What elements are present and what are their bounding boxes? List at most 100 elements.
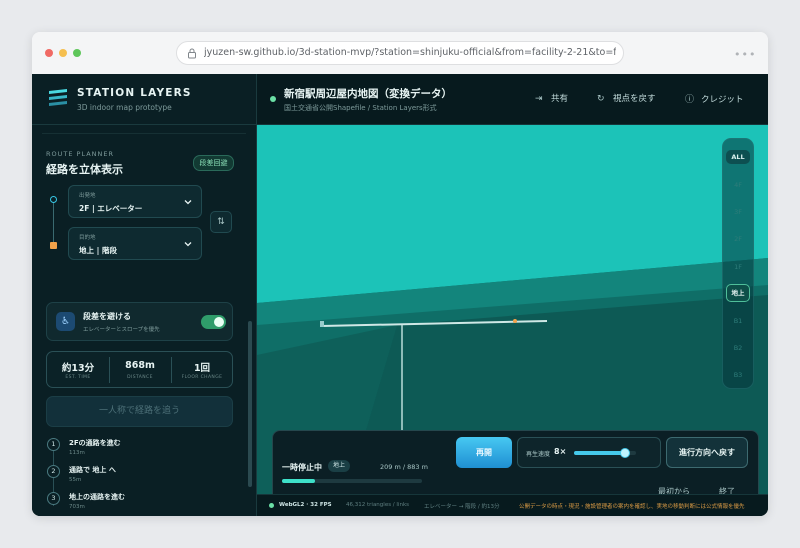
resume-button[interactable]: 再開 (456, 437, 512, 468)
progress-fill (282, 479, 316, 483)
route-stats: 約13分 EST. TIME 868m DISTANCE 1回 FLOOR CH… (46, 351, 233, 388)
close-dot[interactable] (45, 49, 53, 57)
chevron-down-icon (184, 242, 192, 247)
floor-button[interactable]: B3 (726, 368, 750, 382)
avoid-steps-title: 段差を避ける (83, 312, 131, 321)
status-bar: WebGL2 · 32 FPS 46,312 triangles / links… (257, 494, 768, 516)
browser-chrome: jyuzen-sw.github.io/3d-station-mvp/?stat… (32, 32, 768, 75)
map-title: 新宿駅周辺屋内地図（変換データ） (284, 88, 452, 100)
current-position (513, 319, 517, 323)
stat-time-label: EST. TIME (65, 375, 91, 380)
minimize-dot[interactable] (59, 49, 67, 57)
browser-menu-icon[interactable]: ••• (734, 48, 756, 61)
destination-label: 目的地 (79, 235, 96, 241)
chevron-down-icon (184, 200, 192, 205)
map-subtitle: 国土交通省公開Shapefile / Station Layers形式 (284, 104, 437, 112)
share-icon: ⇥ (535, 94, 543, 104)
share-label: 共有 (551, 94, 569, 104)
route-planner-title: 経路を立体表示 (46, 163, 123, 176)
stat-time-value: 約13分 (61, 363, 95, 374)
destination-value: 地上 | 階段 (79, 246, 117, 255)
app: STATION LAYERS 3D indoor map prototype R… (32, 74, 768, 516)
stat-floor-change-value: 1回 (193, 363, 211, 374)
step-number: 3 (47, 492, 60, 505)
route-rail (53, 201, 54, 247)
speed-slider[interactable] (574, 448, 636, 458)
maximize-dot[interactable] (73, 49, 81, 57)
fps-readout: WebGL2 · 32 FPS (279, 502, 332, 508)
step-title: 通路で 地上 へ (69, 466, 116, 474)
step-title: 2Fの通路を進む (69, 439, 121, 447)
floor-button-active[interactable]: 地上 (726, 284, 750, 302)
step-title: 地上の通路を進む (69, 493, 125, 501)
speed-control: 再生速度 8× (517, 437, 661, 468)
avoid-steps-card: ♿ 段差を避ける エレベーターとスロープを優先 (46, 302, 233, 341)
brand-stack-icon (49, 89, 67, 106)
status-indicator (269, 503, 274, 508)
reset-view-label: 視点を戻す (613, 94, 656, 104)
credit-button[interactable]: ⓘ クレジット (685, 92, 744, 105)
origin-marker (50, 196, 57, 203)
live-indicator (270, 96, 276, 102)
lock-icon (188, 48, 196, 59)
swap-button[interactable]: ⇅ (210, 211, 232, 233)
brand-title: STATION LAYERS (77, 87, 192, 99)
geometry-readout: 46,312 triangles / links (346, 502, 410, 508)
destination-select[interactable]: 目的地 地上 | 階段 (68, 227, 202, 260)
step-number: 1 (47, 438, 60, 451)
stat-floor-change-label: FLOOR CHANGE (181, 375, 223, 380)
floor-button[interactable]: B2 (726, 341, 750, 355)
browser-window: jyuzen-sw.github.io/3d-station-mvp/?stat… (32, 32, 768, 516)
brand-subtitle: 3D indoor map prototype (77, 103, 172, 112)
step-distance: 55m (69, 477, 82, 483)
return-direction-button[interactable]: 進行方向へ戻す (666, 437, 748, 468)
toggle-knob (214, 317, 224, 327)
floor-button[interactable]: 3F (726, 205, 750, 219)
step-distance: 703m (69, 504, 85, 510)
reset-view-button[interactable]: ↻ 視点を戻す (597, 92, 656, 104)
speed-slider-fill (574, 451, 625, 455)
reset-view-icon: ↻ (597, 94, 605, 104)
progress-bar[interactable] (282, 479, 422, 483)
swap-icon: ⇅ (217, 217, 225, 227)
credit-label: クレジット (701, 95, 744, 105)
current-floor-badge: 地上 (328, 460, 350, 472)
origin-value: 2F | エレベーター (79, 204, 143, 213)
speed-slider-knob[interactable] (619, 448, 630, 458)
floor-selector: ALL 4F 3F 2F 1F 地上 B1 B2 B3 (722, 138, 754, 389)
map-header: 新宿駅周辺屋内地図（変換データ） 国土交通省公開Shapefile / Stat… (257, 74, 768, 125)
origin-select[interactable]: 出発地 2F | エレベーター (68, 185, 202, 218)
step-free-badge: 段差回避 (193, 155, 234, 171)
stat-floor-change: 1回 FLOOR CHANGE (171, 352, 233, 387)
floor-button[interactable]: 2F (726, 232, 750, 246)
stat-distance-value: 868m (125, 360, 155, 371)
floor-button[interactable]: 1F (726, 260, 750, 274)
step-distance: 113m (69, 450, 85, 456)
sidebar-scrollbar[interactable] (248, 321, 252, 487)
route-summary: エレベーター → 階段 / 約13分 (424, 504, 500, 510)
first-person-button[interactable]: 一人称で経路を追う (46, 396, 233, 427)
info-icon: ⓘ (685, 95, 695, 105)
share-button[interactable]: ⇥ 共有 (535, 92, 568, 104)
playback-state: 一時停止中 (282, 463, 322, 472)
speed-value: 8× (554, 447, 567, 456)
stat-distance-label: DISTANCE (127, 375, 153, 380)
origin-label: 出発地 (79, 193, 96, 199)
floor-button[interactable]: B1 (726, 314, 750, 328)
progress-distance: 209 m / 883 m (380, 463, 428, 471)
address-bar[interactable]: jyuzen-sw.github.io/3d-station-mvp/?stat… (176, 41, 624, 65)
avoid-steps-toggle[interactable] (201, 315, 226, 329)
step-number: 2 (47, 465, 60, 478)
floor-button[interactable]: 4F (726, 178, 750, 192)
wheelchair-icon: ♿ (56, 312, 75, 331)
route-planner-label: ROUTE PLANNER (46, 150, 115, 158)
sidebar: STATION LAYERS 3D indoor map prototype R… (32, 74, 257, 516)
avoid-steps-subtitle: エレベーターとスロープを優先 (83, 327, 160, 333)
stat-time: 約13分 EST. TIME (47, 352, 109, 387)
divider (32, 124, 256, 125)
destination-marker (50, 242, 57, 249)
speed-label: 再生速度 (526, 451, 551, 458)
divider (42, 133, 246, 134)
stat-distance: 868m DISTANCE (109, 352, 171, 387)
floor-all-button[interactable]: ALL (726, 150, 750, 164)
